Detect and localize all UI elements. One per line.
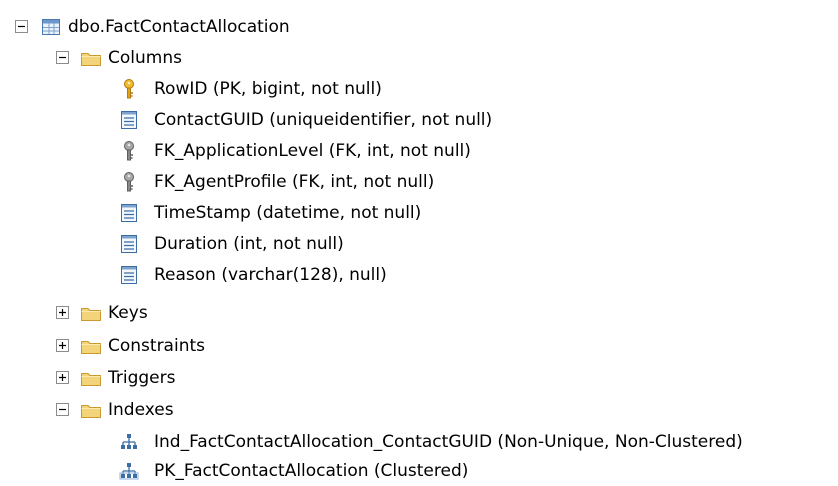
foreign-key-icon — [118, 171, 140, 193]
folder-label: Keys — [108, 303, 148, 323]
column-icon — [118, 109, 140, 131]
folder-icon — [80, 367, 102, 389]
folder-icon — [80, 335, 102, 357]
folder-label: Triggers — [108, 368, 176, 388]
folder-label: Columns — [108, 48, 182, 68]
folder-icon — [80, 399, 102, 421]
index-label: PK_FactContactAllocation (Clustered) — [154, 461, 469, 481]
column-label: FK_ApplicationLevel (FK, int, not null) — [154, 141, 471, 161]
column-label: Reason (varchar(128), null) — [154, 265, 387, 285]
foreign-key-icon — [118, 140, 140, 162]
expand-toggle[interactable] — [56, 339, 69, 352]
column-label: TimeStamp (datetime, not null) — [154, 203, 422, 223]
table-icon — [40, 16, 62, 38]
column-label: Duration (int, not null) — [154, 234, 344, 254]
table-label: dbo.FactContactAllocation — [68, 17, 290, 37]
expand-toggle[interactable] — [56, 306, 69, 319]
collapse-toggle[interactable] — [56, 403, 69, 416]
folder-label: Constraints — [108, 336, 205, 356]
column-label: RowID (PK, bigint, not null) — [154, 79, 382, 99]
folder-icon — [80, 302, 102, 324]
column-icon — [118, 264, 140, 286]
column-icon — [118, 202, 140, 224]
clustered-index-icon — [118, 460, 140, 482]
column-label: FK_AgentProfile (FK, int, not null) — [154, 172, 435, 192]
folder-icon — [80, 47, 102, 69]
expand-toggle[interactable] — [56, 371, 69, 384]
index-label: Ind_FactContactAllocation_ContactGUID (N… — [154, 432, 743, 452]
folder-label: Indexes — [108, 400, 174, 420]
primary-key-icon — [118, 78, 140, 100]
column-icon — [118, 233, 140, 255]
column-label: ContactGUID (uniqueidentifier, not null) — [154, 110, 493, 130]
collapse-toggle[interactable] — [56, 51, 69, 64]
collapse-toggle[interactable] — [15, 20, 28, 33]
nonclustered-index-icon — [118, 431, 140, 453]
